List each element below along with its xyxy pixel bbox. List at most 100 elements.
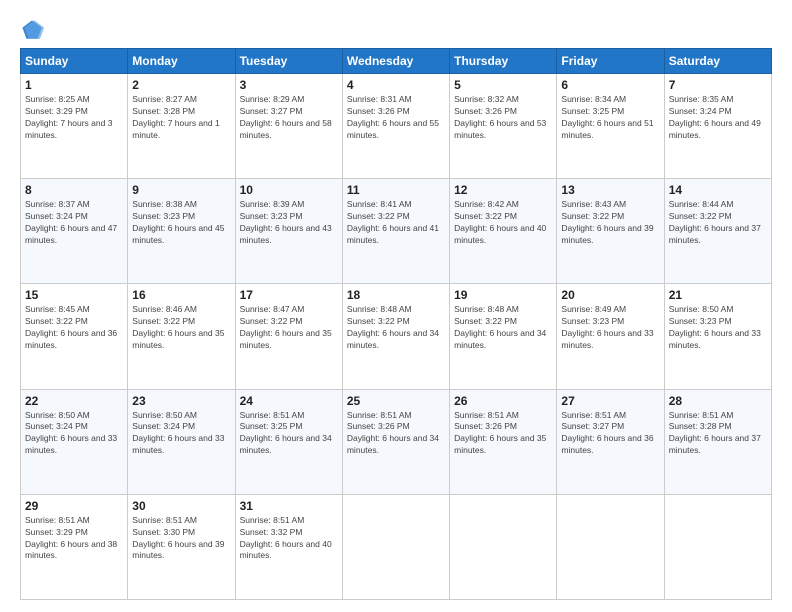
day-info: Sunrise: 8:51 AM Sunset: 3:26 PM Dayligh… <box>347 410 445 458</box>
day-number: 13 <box>561 183 659 197</box>
calendar-cell: 25 Sunrise: 8:51 AM Sunset: 3:26 PM Dayl… <box>342 389 449 494</box>
calendar-cell: 18 Sunrise: 8:48 AM Sunset: 3:22 PM Dayl… <box>342 284 449 389</box>
day-number: 31 <box>240 499 338 513</box>
calendar-cell: 11 Sunrise: 8:41 AM Sunset: 3:22 PM Dayl… <box>342 179 449 284</box>
calendar-cell: 14 Sunrise: 8:44 AM Sunset: 3:22 PM Dayl… <box>664 179 771 284</box>
calendar-cell: 26 Sunrise: 8:51 AM Sunset: 3:26 PM Dayl… <box>450 389 557 494</box>
day-number: 5 <box>454 78 552 92</box>
calendar: SundayMondayTuesdayWednesdayThursdayFrid… <box>20 48 772 600</box>
day-number: 11 <box>347 183 445 197</box>
day-number: 28 <box>669 394 767 408</box>
day-number: 25 <box>347 394 445 408</box>
calendar-cell: 1 Sunrise: 8:25 AM Sunset: 3:29 PM Dayli… <box>21 74 128 179</box>
day-info: Sunrise: 8:51 AM Sunset: 3:30 PM Dayligh… <box>132 515 230 563</box>
day-info: Sunrise: 8:51 AM Sunset: 3:25 PM Dayligh… <box>240 410 338 458</box>
day-number: 16 <box>132 288 230 302</box>
calendar-cell: 5 Sunrise: 8:32 AM Sunset: 3:26 PM Dayli… <box>450 74 557 179</box>
logo-icon <box>20 18 44 42</box>
day-number: 10 <box>240 183 338 197</box>
calendar-cell: 31 Sunrise: 8:51 AM Sunset: 3:32 PM Dayl… <box>235 494 342 599</box>
day-info: Sunrise: 8:35 AM Sunset: 3:24 PM Dayligh… <box>669 94 767 142</box>
day-info: Sunrise: 8:27 AM Sunset: 3:28 PM Dayligh… <box>132 94 230 142</box>
calendar-cell: 23 Sunrise: 8:50 AM Sunset: 3:24 PM Dayl… <box>128 389 235 494</box>
calendar-header-row: SundayMondayTuesdayWednesdayThursdayFrid… <box>21 49 772 74</box>
calendar-cell <box>664 494 771 599</box>
calendar-cell: 13 Sunrise: 8:43 AM Sunset: 3:22 PM Dayl… <box>557 179 664 284</box>
calendar-header-monday: Monday <box>128 49 235 74</box>
calendar-cell: 24 Sunrise: 8:51 AM Sunset: 3:25 PM Dayl… <box>235 389 342 494</box>
calendar-cell: 22 Sunrise: 8:50 AM Sunset: 3:24 PM Dayl… <box>21 389 128 494</box>
day-info: Sunrise: 8:45 AM Sunset: 3:22 PM Dayligh… <box>25 304 123 352</box>
calendar-cell: 19 Sunrise: 8:48 AM Sunset: 3:22 PM Dayl… <box>450 284 557 389</box>
day-info: Sunrise: 8:50 AM Sunset: 3:23 PM Dayligh… <box>669 304 767 352</box>
calendar-cell: 7 Sunrise: 8:35 AM Sunset: 3:24 PM Dayli… <box>664 74 771 179</box>
day-info: Sunrise: 8:47 AM Sunset: 3:22 PM Dayligh… <box>240 304 338 352</box>
day-number: 1 <box>25 78 123 92</box>
calendar-header-friday: Friday <box>557 49 664 74</box>
day-number: 20 <box>561 288 659 302</box>
day-number: 17 <box>240 288 338 302</box>
day-number: 6 <box>561 78 659 92</box>
calendar-header-thursday: Thursday <box>450 49 557 74</box>
day-info: Sunrise: 8:51 AM Sunset: 3:26 PM Dayligh… <box>454 410 552 458</box>
day-info: Sunrise: 8:51 AM Sunset: 3:32 PM Dayligh… <box>240 515 338 563</box>
day-number: 3 <box>240 78 338 92</box>
calendar-header-saturday: Saturday <box>664 49 771 74</box>
day-number: 21 <box>669 288 767 302</box>
calendar-week-4: 22 Sunrise: 8:50 AM Sunset: 3:24 PM Dayl… <box>21 389 772 494</box>
calendar-cell: 2 Sunrise: 8:27 AM Sunset: 3:28 PM Dayli… <box>128 74 235 179</box>
day-number: 22 <box>25 394 123 408</box>
day-info: Sunrise: 8:51 AM Sunset: 3:28 PM Dayligh… <box>669 410 767 458</box>
calendar-cell: 15 Sunrise: 8:45 AM Sunset: 3:22 PM Dayl… <box>21 284 128 389</box>
day-number: 4 <box>347 78 445 92</box>
day-info: Sunrise: 8:31 AM Sunset: 3:26 PM Dayligh… <box>347 94 445 142</box>
day-info: Sunrise: 8:50 AM Sunset: 3:24 PM Dayligh… <box>132 410 230 458</box>
day-info: Sunrise: 8:39 AM Sunset: 3:23 PM Dayligh… <box>240 199 338 247</box>
day-number: 12 <box>454 183 552 197</box>
day-number: 26 <box>454 394 552 408</box>
calendar-week-1: 1 Sunrise: 8:25 AM Sunset: 3:29 PM Dayli… <box>21 74 772 179</box>
day-info: Sunrise: 8:29 AM Sunset: 3:27 PM Dayligh… <box>240 94 338 142</box>
day-number: 27 <box>561 394 659 408</box>
calendar-cell: 28 Sunrise: 8:51 AM Sunset: 3:28 PM Dayl… <box>664 389 771 494</box>
calendar-cell: 12 Sunrise: 8:42 AM Sunset: 3:22 PM Dayl… <box>450 179 557 284</box>
calendar-cell: 6 Sunrise: 8:34 AM Sunset: 3:25 PM Dayli… <box>557 74 664 179</box>
day-number: 14 <box>669 183 767 197</box>
calendar-header-wednesday: Wednesday <box>342 49 449 74</box>
day-info: Sunrise: 8:32 AM Sunset: 3:26 PM Dayligh… <box>454 94 552 142</box>
day-number: 18 <box>347 288 445 302</box>
day-info: Sunrise: 8:42 AM Sunset: 3:22 PM Dayligh… <box>454 199 552 247</box>
day-number: 29 <box>25 499 123 513</box>
calendar-header-sunday: Sunday <box>21 49 128 74</box>
day-info: Sunrise: 8:41 AM Sunset: 3:22 PM Dayligh… <box>347 199 445 247</box>
day-info: Sunrise: 8:37 AM Sunset: 3:24 PM Dayligh… <box>25 199 123 247</box>
day-info: Sunrise: 8:44 AM Sunset: 3:22 PM Dayligh… <box>669 199 767 247</box>
day-number: 24 <box>240 394 338 408</box>
page: SundayMondayTuesdayWednesdayThursdayFrid… <box>0 0 792 612</box>
calendar-cell: 16 Sunrise: 8:46 AM Sunset: 3:22 PM Dayl… <box>128 284 235 389</box>
day-info: Sunrise: 8:34 AM Sunset: 3:25 PM Dayligh… <box>561 94 659 142</box>
day-info: Sunrise: 8:51 AM Sunset: 3:27 PM Dayligh… <box>561 410 659 458</box>
calendar-cell: 4 Sunrise: 8:31 AM Sunset: 3:26 PM Dayli… <box>342 74 449 179</box>
day-info: Sunrise: 8:48 AM Sunset: 3:22 PM Dayligh… <box>454 304 552 352</box>
day-number: 9 <box>132 183 230 197</box>
calendar-week-2: 8 Sunrise: 8:37 AM Sunset: 3:24 PM Dayli… <box>21 179 772 284</box>
day-info: Sunrise: 8:43 AM Sunset: 3:22 PM Dayligh… <box>561 199 659 247</box>
day-info: Sunrise: 8:46 AM Sunset: 3:22 PM Dayligh… <box>132 304 230 352</box>
day-number: 19 <box>454 288 552 302</box>
logo <box>20 18 48 42</box>
calendar-cell: 8 Sunrise: 8:37 AM Sunset: 3:24 PM Dayli… <box>21 179 128 284</box>
calendar-cell: 9 Sunrise: 8:38 AM Sunset: 3:23 PM Dayli… <box>128 179 235 284</box>
day-number: 8 <box>25 183 123 197</box>
calendar-cell: 17 Sunrise: 8:47 AM Sunset: 3:22 PM Dayl… <box>235 284 342 389</box>
calendar-cell: 30 Sunrise: 8:51 AM Sunset: 3:30 PM Dayl… <box>128 494 235 599</box>
header <box>20 18 772 42</box>
calendar-cell <box>342 494 449 599</box>
day-info: Sunrise: 8:50 AM Sunset: 3:24 PM Dayligh… <box>25 410 123 458</box>
calendar-cell: 3 Sunrise: 8:29 AM Sunset: 3:27 PM Dayli… <box>235 74 342 179</box>
calendar-cell: 29 Sunrise: 8:51 AM Sunset: 3:29 PM Dayl… <box>21 494 128 599</box>
calendar-week-3: 15 Sunrise: 8:45 AM Sunset: 3:22 PM Dayl… <box>21 284 772 389</box>
day-number: 15 <box>25 288 123 302</box>
calendar-cell: 20 Sunrise: 8:49 AM Sunset: 3:23 PM Dayl… <box>557 284 664 389</box>
day-info: Sunrise: 8:38 AM Sunset: 3:23 PM Dayligh… <box>132 199 230 247</box>
